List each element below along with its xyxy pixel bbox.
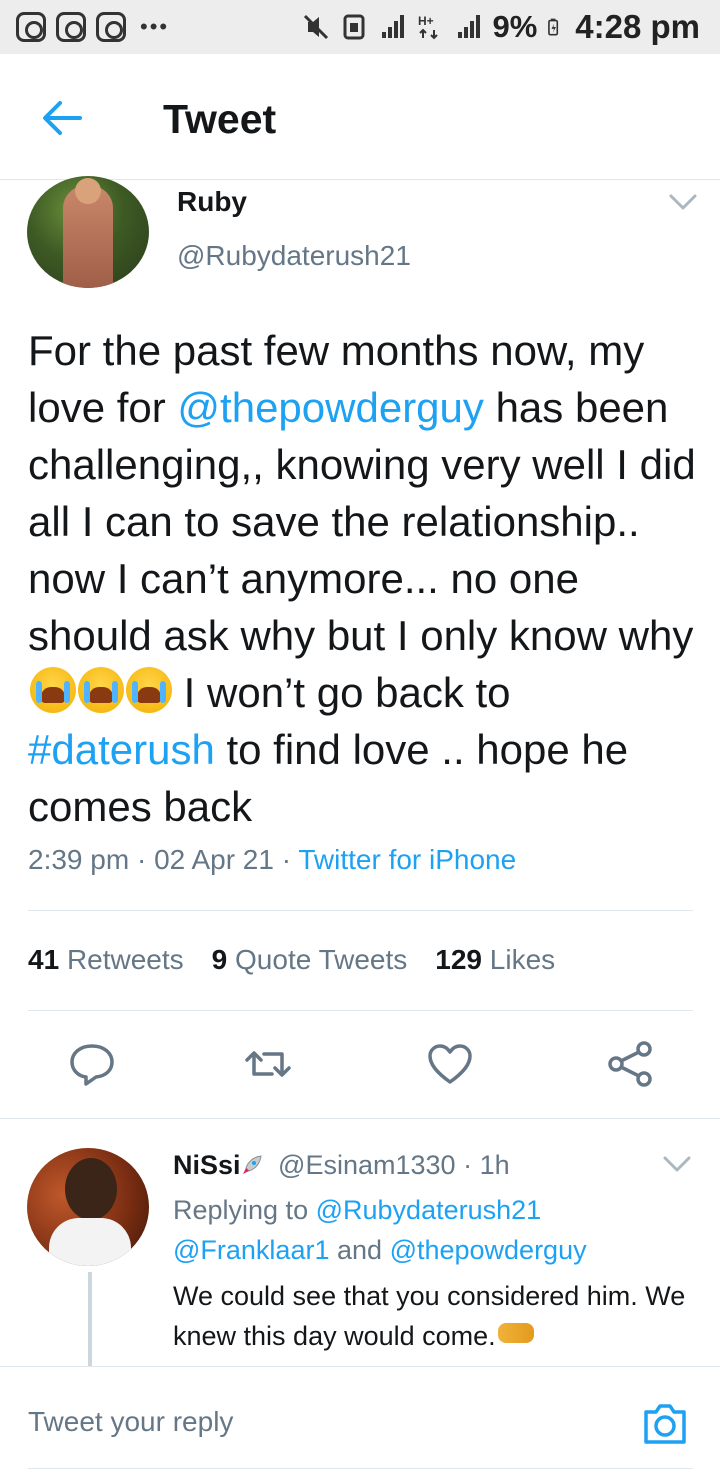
crying-face-emoji-icon: [78, 667, 124, 713]
and-label: and: [336, 1235, 383, 1265]
system-status: H+ 9% 4:28 pm: [302, 8, 700, 46]
reply-text: We could see that you considered him. We…: [173, 1281, 686, 1351]
thread-line: [88, 1272, 92, 1366]
divider: [28, 1010, 693, 1011]
reply-header: NiSsi @Esinam1330 · 1h: [173, 1150, 510, 1180]
status-bar: ••• H+ 9% 4:28 pm: [0, 0, 720, 54]
camera-icon[interactable]: [640, 1400, 690, 1448]
share-icon[interactable]: [606, 1040, 654, 1088]
app-header: Tweet: [0, 54, 720, 180]
reply-input[interactable]: Tweet your reply: [28, 1406, 233, 1438]
data-hplus-icon: H+: [418, 14, 439, 40]
clock: 4:28 pm: [575, 8, 700, 45]
instagram-icon: [16, 12, 46, 42]
reply-icon[interactable]: [68, 1040, 116, 1088]
sim-icon: [343, 14, 365, 40]
divider: [0, 1366, 720, 1367]
tweet-actions: [0, 1040, 720, 1096]
heart-icon[interactable]: [426, 1040, 474, 1088]
likes-count: 129: [435, 944, 482, 975]
battery-icon: [548, 18, 559, 36]
battery-percent: 9%: [492, 9, 538, 44]
tweet-time: 2:39 pm: [28, 844, 130, 875]
quotes-label: Quote Tweets: [235, 944, 408, 975]
reply-age: 1h: [479, 1150, 510, 1180]
divider: [0, 1118, 720, 1119]
tweet-body: For the past few months now, my love for…: [28, 322, 708, 835]
mention-link[interactable]: @Franklaar1: [173, 1235, 329, 1265]
reply-author-handle[interactable]: @Esinam1330: [278, 1150, 456, 1180]
retweet-icon[interactable]: [244, 1040, 292, 1088]
replying-to-label: Replying to: [173, 1195, 309, 1225]
svg-text:H+: H+: [418, 14, 434, 28]
reply-body: We could see that you considered him. We…: [173, 1276, 713, 1356]
retweets-count: 41: [28, 944, 60, 975]
mention-link[interactable]: @thepowderguy: [177, 384, 484, 431]
retweets-stat[interactable]: 41 Retweets: [28, 944, 184, 976]
author-avatar[interactable]: [27, 176, 149, 288]
crying-face-emoji-icon: [126, 667, 172, 713]
signal-icon: [382, 15, 405, 38]
author-handle[interactable]: @Rubydaterush21: [177, 240, 411, 272]
handshake-emoji-icon: [497, 1323, 534, 1343]
signal-icon: [458, 15, 481, 38]
tweet-source-link[interactable]: Twitter for iPhone: [298, 844, 516, 875]
crying-face-emoji-icon: [30, 667, 76, 713]
quotes-count: 9: [211, 944, 228, 975]
instagram-icon: [96, 12, 126, 42]
rocket-emoji-icon: [242, 1155, 262, 1174]
hashtag-link[interactable]: #daterush: [28, 726, 215, 773]
instagram-icon: [56, 12, 86, 42]
tweet-stats: 41 Retweets 9 Quote Tweets 129 Likes: [28, 944, 555, 976]
page-title: Tweet: [163, 96, 277, 142]
reply-author-avatar[interactable]: [27, 1148, 149, 1266]
divider: [28, 1468, 693, 1469]
chevron-down-icon[interactable]: [662, 1154, 692, 1174]
more-notifications-icon: •••: [140, 14, 170, 39]
likes-stat[interactable]: 129 Likes: [435, 944, 555, 976]
mention-link[interactable]: @Rubydaterush21: [316, 1195, 542, 1225]
mute-icon: [304, 14, 329, 40]
tweet-text-segment: I won’t go back to: [172, 669, 511, 716]
reply-author-name[interactable]: NiSsi: [173, 1150, 241, 1180]
back-arrow-icon[interactable]: [40, 98, 84, 138]
quotes-stat[interactable]: 9 Quote Tweets: [212, 944, 408, 976]
divider: [28, 910, 693, 911]
mention-link[interactable]: @thepowderguy: [390, 1235, 587, 1265]
notification-icons: •••: [16, 12, 169, 42]
retweets-label: Retweets: [66, 944, 184, 975]
replying-to: Replying to @Rubydaterush21 @Franklaar1 …: [173, 1190, 693, 1270]
tweet-date: 02 Apr 21: [154, 844, 274, 875]
author-name[interactable]: Ruby: [177, 186, 247, 218]
tweet-meta: 2:39 pm · 02 Apr 21 · Twitter for iPhone: [28, 844, 517, 875]
chevron-down-icon[interactable]: [668, 192, 698, 212]
likes-label: Likes: [489, 944, 556, 975]
